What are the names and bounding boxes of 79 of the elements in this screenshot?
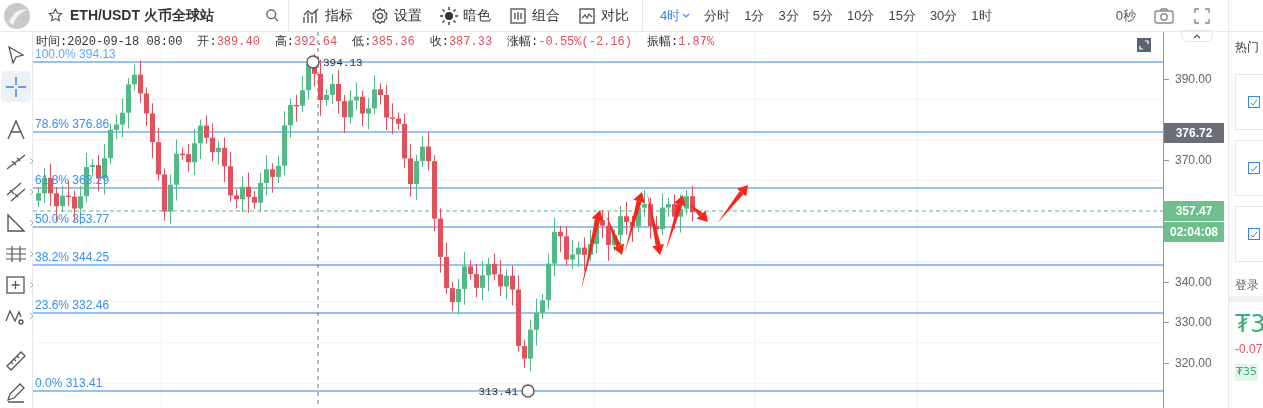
checkbox[interactable] [1248, 96, 1260, 108]
interval-tab[interactable]: 3分 [771, 0, 806, 32]
interval-tab[interactable]: 1时 [964, 0, 999, 32]
info-field: 涨幅:-0.55%(-2.16) [507, 35, 632, 49]
price-marker-label: 313.41 [478, 386, 518, 398]
symbol-title: ETH/USDT 火币全球站 [70, 6, 214, 25]
fibonacci-label: 100.0% 394.13 [35, 47, 116, 61]
price-tag: ₮35 [1235, 364, 1258, 381]
fibonacci-label: 0.0% 313.41 [35, 376, 103, 390]
logo-icon [2, 1, 31, 30]
arrow[interactable] [606, 215, 625, 255]
checkbox[interactable] [1248, 228, 1260, 240]
chevron-icon[interactable] [29, 156, 34, 165]
price-value: ₮3 [1234, 310, 1263, 338]
axis-label: 340.00 [1175, 274, 1212, 289]
fibonacci-label: 23.6% 332.46 [35, 298, 110, 312]
caret-icon [682, 12, 691, 19]
toolbar-button[interactable]: 组合 [500, 0, 569, 32]
interval-tab[interactable]: 10分 [839, 0, 882, 32]
interval-tab[interactable]: 4时 [653, 0, 698, 32]
toolbar-button[interactable]: 设置 [362, 0, 431, 32]
market-card[interactable] [1235, 74, 1263, 130]
axis-label: 320.00 [1175, 356, 1212, 370]
settings-icon[interactable] [371, 6, 389, 25]
camera-icon[interactable] [1154, 7, 1174, 24]
chevron-icon[interactable] [29, 219, 34, 227]
fibonacci-label: 38.2% 344.25 [35, 250, 110, 264]
interval-tab[interactable]: 分时 [697, 0, 738, 32]
change-value: -0.07 [1234, 341, 1263, 358]
layout-icon[interactable] [509, 6, 527, 25]
login-link[interactable]: 登录 [1229, 276, 1263, 294]
toolbar-button[interactable]: 暗色 [431, 0, 500, 32]
star-icon[interactable] [47, 7, 64, 24]
countdown-label: 0秒 [1115, 6, 1136, 25]
axis-label: 390.00 [1175, 72, 1212, 86]
checkbox[interactable] [1248, 162, 1260, 174]
price-tag: 376.72 [1164, 123, 1224, 143]
info-field: 低:385.36 [352, 35, 415, 49]
toolbar-button[interactable]: 对比 [569, 0, 638, 32]
price-marker-icon[interactable] [521, 384, 535, 398]
fullscreen-icon[interactable] [1194, 7, 1210, 24]
interval-tab[interactable]: 30分 [922, 0, 965, 32]
chevron-icon[interactable] [29, 187, 34, 196]
market-card[interactable] [1235, 206, 1263, 262]
price-marker-icon[interactable] [306, 55, 320, 69]
price-tag: 02:04:08 [1164, 222, 1224, 242]
search-icon[interactable] [265, 8, 280, 23]
chevron-icon[interactable] [29, 312, 34, 321]
toolbar-button[interactable]: 指标 [293, 0, 362, 32]
arrow[interactable] [717, 185, 748, 223]
indicator-icon[interactable] [302, 6, 320, 25]
arrow[interactable] [647, 192, 664, 255]
check-icon [1250, 164, 1258, 172]
compare-icon[interactable] [578, 6, 596, 25]
info-field: 开:389.40 [197, 35, 260, 49]
interval-tab[interactable]: 15分 [881, 0, 923, 32]
fibonacci-label: 78.6% 376.86 [35, 117, 110, 131]
chevron-icon[interactable] [29, 281, 34, 290]
info-field: 时间:2020-09-18 08:00 [36, 35, 183, 49]
arrow[interactable] [689, 203, 708, 222]
caret-icon[interactable] [1193, 33, 1201, 39]
section-heading: 热门 [1234, 39, 1260, 56]
check-icon [1250, 230, 1258, 238]
expand-icon[interactable] [1137, 38, 1151, 52]
arrow[interactable] [624, 192, 645, 253]
check-icon [1250, 98, 1258, 106]
arrow[interactable] [665, 195, 686, 251]
interval-tab[interactable]: 5分 [805, 0, 840, 32]
axis-label: 370.00 [1175, 153, 1212, 168]
price-tag: 357.47 [1164, 201, 1224, 221]
info-field: 振幅:1.87% [646, 35, 715, 49]
info-field: 高:392.64 [274, 35, 338, 49]
interval-tab[interactable]: 1分 [737, 0, 772, 32]
axis-label: 330.00 [1175, 315, 1212, 330]
chevron-icon[interactable] [29, 250, 34, 259]
price-marker-label: 394.13 [323, 57, 363, 69]
sun-icon[interactable] [440, 6, 458, 25]
info-field: 收:387.33 [429, 35, 493, 49]
market-card[interactable] [1235, 140, 1263, 196]
